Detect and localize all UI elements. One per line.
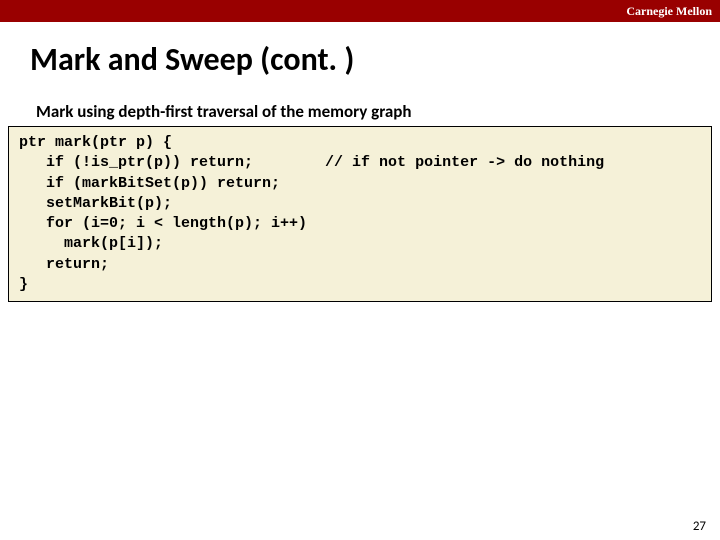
slide-subtitle: Mark using depth-first traversal of the …	[36, 101, 720, 122]
slide-title: Mark and Sweep (cont. )	[30, 40, 720, 79]
page-number: 27	[693, 519, 706, 534]
header-bar: Carnegie Mellon	[0, 0, 720, 22]
code-block: ptr mark(ptr p) { if (!is_ptr(p)) return…	[8, 126, 712, 302]
institution-label: Carnegie Mellon	[626, 4, 712, 19]
